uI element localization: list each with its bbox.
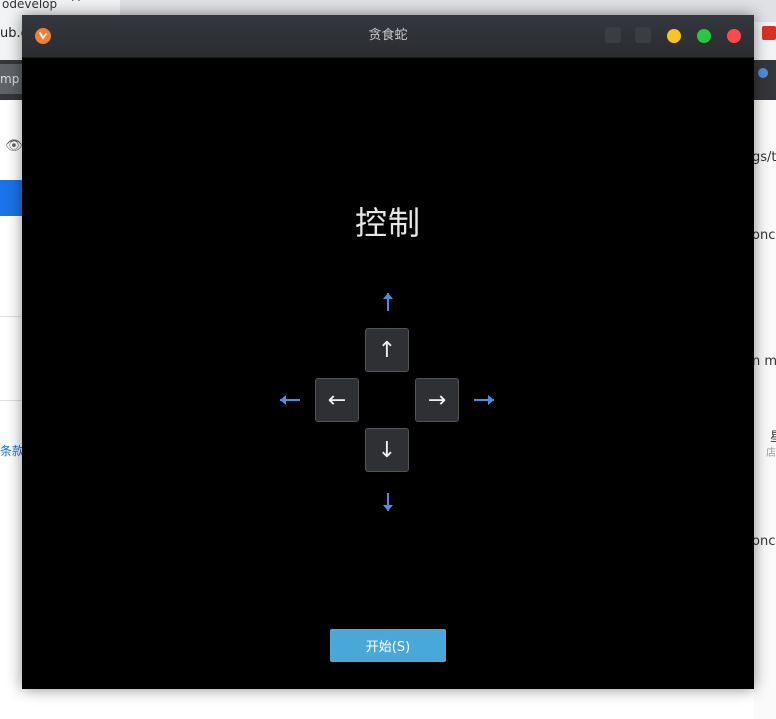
- background-selected-item[interactable]: [0, 180, 22, 216]
- background-text: 店: [766, 448, 776, 459]
- background-extension-icon[interactable]: [762, 26, 776, 40]
- background-text: 星: [770, 426, 776, 445]
- arrow-right-hint-icon: [472, 393, 496, 407]
- background-notification-icon[interactable]: [758, 68, 768, 78]
- titlebar-faint-icon: [605, 27, 621, 43]
- background-link[interactable]: 条款: [0, 442, 24, 459]
- key-right[interactable]: →: [415, 378, 459, 422]
- background-tab-close-icon[interactable]: ✕: [70, 0, 82, 5]
- snake-game-window: 贪食蛇 控制 ↑ ← → ↓ 开始(S): [22, 15, 754, 689]
- arrow-up-hint-icon: [380, 291, 396, 313]
- minimize-button[interactable]: [667, 29, 681, 43]
- background-text: onc: [752, 534, 776, 549]
- maximize-button[interactable]: [697, 29, 711, 43]
- background-text: onc: [752, 228, 776, 243]
- background-divider: [0, 316, 22, 317]
- titlebar-faint-icon: [635, 27, 651, 43]
- background-text: n m: [752, 354, 776, 369]
- arrow-left-hint-icon: [278, 393, 302, 407]
- start-button[interactable]: 开始(S): [330, 629, 446, 662]
- background-text: gs/t: [752, 150, 776, 165]
- eye-icon[interactable]: 👁: [5, 138, 23, 154]
- background-right-panel: [754, 100, 776, 719]
- arrow-down-hint-icon: [380, 491, 396, 513]
- controls-heading: 控制: [354, 204, 421, 242]
- key-up[interactable]: ↑: [365, 328, 409, 372]
- key-down[interactable]: ↓: [365, 428, 409, 472]
- close-button[interactable]: [727, 29, 741, 43]
- key-left[interactable]: ←: [315, 378, 359, 422]
- background-tab-title: odevelop: [2, 0, 58, 11]
- background-divider: [0, 400, 22, 401]
- background-toolbar-item[interactable]: mp: [0, 64, 22, 94]
- window-titlebar[interactable]: 贪食蛇: [22, 15, 754, 58]
